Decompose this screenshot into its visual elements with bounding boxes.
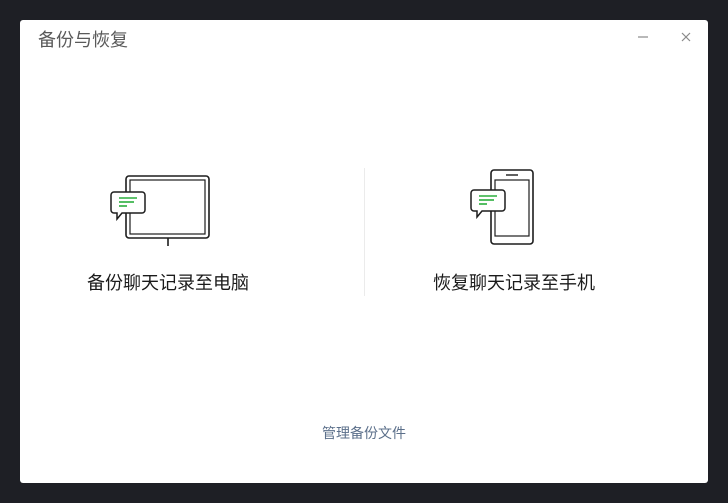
options-divider: [364, 168, 365, 296]
computer-chat-icon: [110, 175, 210, 246]
restore-option-label: 恢复聊天记录至手机: [433, 273, 595, 294]
minimize-button[interactable]: [631, 26, 655, 48]
minimize-icon: [638, 36, 648, 38]
phone-chat-icon: [470, 169, 534, 245]
restore-to-phone-option[interactable]: 恢复聊天记录至手机: [404, 166, 624, 306]
window-title: 备份与恢复: [38, 30, 128, 51]
manage-backup-files-link[interactable]: 管理备份文件: [264, 424, 464, 444]
backup-restore-window: 备份与恢复 备份聊天记录至电脑 恢复聊天记录至手机 管理备份文件: [20, 20, 708, 483]
close-button[interactable]: [674, 26, 698, 48]
backup-to-computer-option[interactable]: 备份聊天记录至电脑: [58, 166, 278, 306]
close-icon: [681, 32, 691, 42]
backup-option-label: 备份聊天记录至电脑: [87, 273, 249, 294]
